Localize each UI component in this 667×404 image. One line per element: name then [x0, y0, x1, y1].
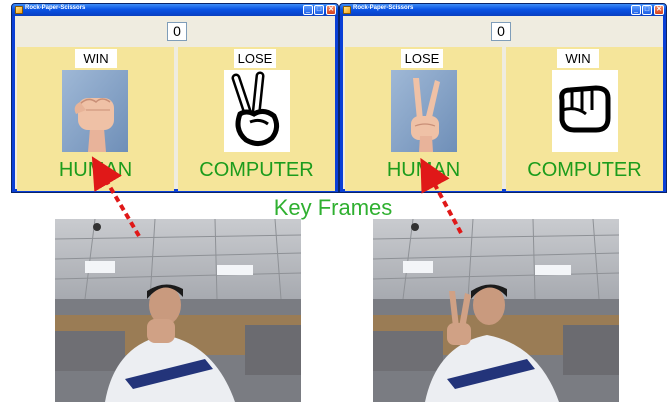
game-window-left: Rock-Paper-Scissors _ □ ✕ 0 WIN HUMAN LO… — [11, 3, 339, 193]
window-client-area: 0 WIN HUMAN LOSE COMPUTER — [15, 16, 335, 191]
human-result-label: WIN — [75, 49, 117, 68]
window-title: Rock-Paper-Scissors — [25, 5, 86, 11]
close-button[interactable]: ✕ — [326, 5, 336, 15]
title-bar[interactable]: Rock-Paper-Scissors _ □ ✕ — [340, 4, 666, 16]
human-panel: WIN HUMAN — [17, 47, 174, 191]
minimize-button[interactable]: _ — [631, 5, 641, 15]
key-frames-caption: Key Frames — [273, 195, 393, 220]
rock-fist-icon — [552, 70, 618, 152]
human-result-label: LOSE — [401, 49, 443, 68]
rock-fist-photo — [62, 70, 128, 152]
computer-panel: WIN COMPUTER — [506, 47, 663, 191]
maximize-button[interactable]: □ — [642, 5, 652, 15]
human-name-label: HUMAN — [386, 159, 461, 181]
maximize-button[interactable]: □ — [314, 5, 324, 15]
computer-panel: LOSE COMPUTER — [178, 47, 335, 191]
close-button[interactable]: ✕ — [654, 5, 664, 15]
human-name-label: HUMAN — [58, 159, 133, 181]
score-display: 0 — [491, 22, 511, 41]
human-panel: LOSE HUMAN — [345, 47, 502, 191]
minimize-button[interactable]: _ — [303, 5, 313, 15]
computer-name-label: COMPUTER — [527, 159, 642, 181]
scissors-hand-icon — [224, 70, 290, 152]
camera-key-frame-left — [55, 219, 301, 402]
camera-key-frame-right — [373, 219, 619, 402]
scissors-hand-photo — [391, 70, 457, 152]
window-client-area: 0 LOSE HUMAN WIN COMPUTER — [343, 16, 663, 191]
score-display: 0 — [167, 22, 187, 41]
app-icon — [343, 6, 351, 14]
game-window-right: Rock-Paper-Scissors _ □ ✕ 0 LOSE HUMAN W… — [339, 3, 667, 193]
computer-result-label: LOSE — [234, 49, 276, 68]
app-icon — [15, 6, 23, 14]
computer-result-label: WIN — [557, 49, 599, 68]
title-bar[interactable]: Rock-Paper-Scissors _ □ ✕ — [12, 4, 338, 16]
window-title: Rock-Paper-Scissors — [353, 5, 414, 11]
computer-name-label: COMPUTER — [199, 159, 314, 181]
